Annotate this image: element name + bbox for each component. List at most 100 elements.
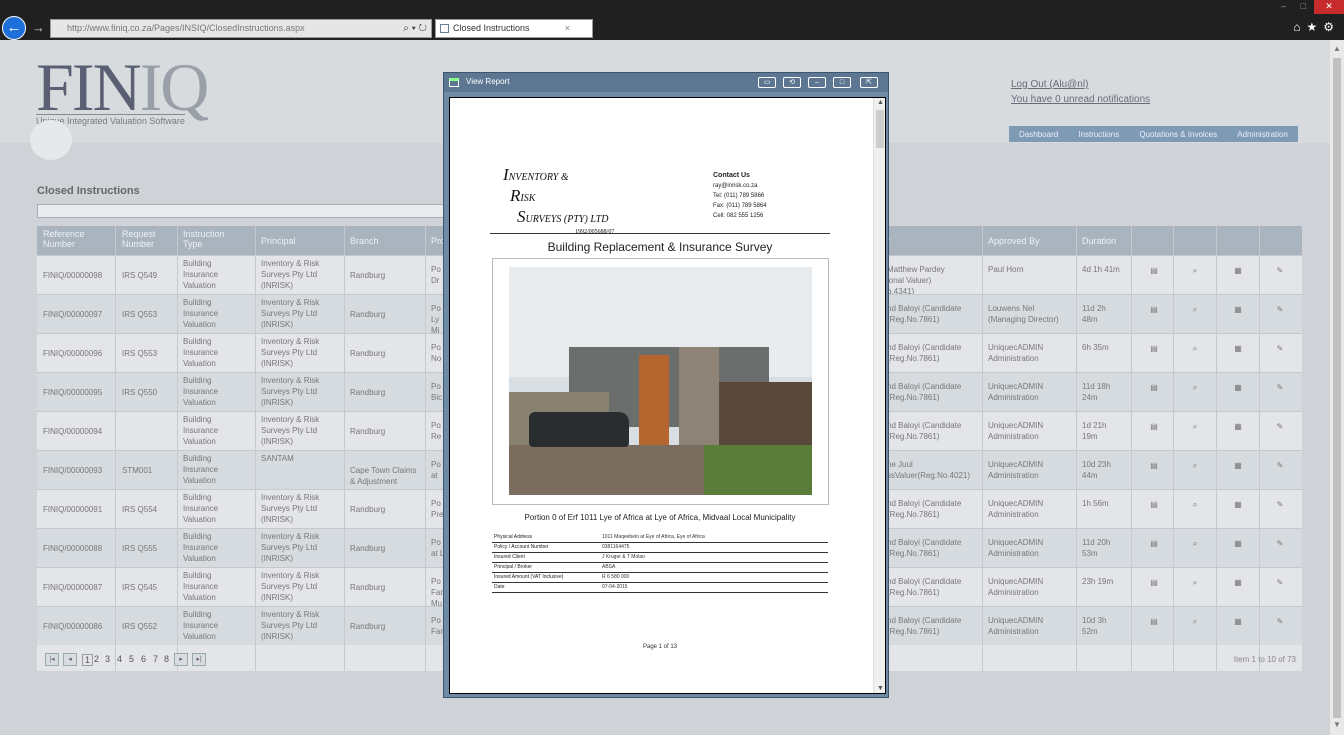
tab-close-icon[interactable]: ×	[565, 20, 570, 37]
view-magnifier-icon[interactable]: ⌕	[1186, 499, 1204, 519]
search-refresh-icon[interactable]: ⌕ ▾ ↻	[403, 20, 427, 37]
report-icon[interactable]: ▤	[1145, 304, 1163, 324]
view-magnifier-icon[interactable]: ⌕	[1186, 460, 1204, 480]
edit-pencil-icon[interactable]: ✎	[1271, 577, 1289, 597]
summary-icon[interactable]: ▦	[1229, 577, 1247, 597]
first-page-button[interactable]: |◂	[45, 653, 59, 666]
close-window-button[interactable]: ✕	[1314, 0, 1344, 14]
finiq-logo[interactable]: FINIQ	[36, 52, 209, 122]
report-icon[interactable]: ▤	[1145, 577, 1163, 597]
nav-dashboard[interactable]: Dashboard	[1019, 130, 1058, 139]
view-magnifier-icon[interactable]: ⌕	[1186, 343, 1204, 363]
cell-principal: Inventory & Risk Surveys Pty Ltd (INRISK…	[261, 610, 320, 641]
cell-approved-by: UniquecADMIN Administration	[988, 343, 1044, 363]
summary-icon[interactable]: ▦	[1229, 460, 1247, 480]
summary-icon[interactable]: ▦	[1229, 421, 1247, 441]
notifications-link[interactable]: You have 0 unread notifications	[1011, 94, 1150, 105]
viewer-scrollbar[interactable]: ▲ ▼	[873, 98, 885, 693]
dialog-minimize-button[interactable]: –	[808, 77, 826, 88]
page-2[interactable]: 2	[94, 654, 99, 664]
summary-icon[interactable]: ▦	[1229, 616, 1247, 636]
prev-page-button[interactable]: ◂	[63, 653, 77, 666]
report-icon[interactable]: ▤	[1145, 343, 1163, 363]
logout-link[interactable]: Log Out (Alu@nl)	[1011, 79, 1088, 90]
dialog-reload-button[interactable]: ⟲	[783, 77, 801, 88]
address-bar[interactable]: http://www.finiq.co.za/Pages/INSIQ/Close…	[50, 19, 432, 38]
edit-pencil-icon[interactable]: ✎	[1271, 538, 1289, 558]
edit-pencil-icon[interactable]: ✎	[1271, 616, 1289, 636]
report-viewer[interactable]: INVENTORY & RISK SURVEYS (PTY) LTD 1992/…	[449, 97, 886, 694]
edit-pencil-icon[interactable]: ✎	[1271, 343, 1289, 363]
summary-icon[interactable]: ▦	[1229, 343, 1247, 363]
view-magnifier-icon[interactable]: ⌕	[1186, 577, 1204, 597]
filter-input[interactable]	[37, 204, 445, 218]
report-icon[interactable]: ▤	[1145, 421, 1163, 441]
property-photo	[509, 267, 812, 495]
summary-icon[interactable]: ▦	[1229, 382, 1247, 402]
col-instruction-type[interactable]: Instruction Type	[183, 229, 225, 249]
viewer-scroll-thumb[interactable]	[876, 110, 884, 148]
dialog-pin-button[interactable]: ⇱	[860, 77, 878, 88]
summary-icon[interactable]: ▦	[1229, 538, 1247, 558]
nav-administration[interactable]: Administration	[1237, 130, 1288, 139]
col-principal[interactable]: Principal	[261, 236, 296, 246]
edit-pencil-icon[interactable]: ✎	[1271, 265, 1289, 285]
summary-icon[interactable]: ▦	[1229, 499, 1247, 519]
dialog-titlebar[interactable]: View Report ▭ ⟲ – □ ⇱	[444, 73, 888, 92]
page-6[interactable]: 6	[141, 654, 146, 664]
dialog-restore-button[interactable]: ▭	[758, 77, 776, 88]
col-duration[interactable]: Duration	[1082, 236, 1116, 246]
next-page-button[interactable]: ▸	[174, 653, 188, 666]
col-branch[interactable]: Branch	[350, 236, 379, 246]
view-magnifier-icon[interactable]: ⌕	[1186, 304, 1204, 324]
browser-tab[interactable]: Closed Instructions ×	[435, 19, 593, 38]
details-value: 0381164475	[602, 544, 630, 550]
page-7[interactable]: 7	[153, 654, 158, 664]
edit-pencil-icon[interactable]: ✎	[1271, 382, 1289, 402]
view-magnifier-icon[interactable]: ⌕	[1186, 616, 1204, 636]
view-magnifier-icon[interactable]: ⌕	[1186, 421, 1204, 441]
page-4[interactable]: 4	[117, 654, 122, 664]
home-favorites-settings-icons[interactable]: ⌂★⚙	[1293, 20, 1340, 34]
col-approved-by[interactable]: Approved By	[988, 236, 1040, 246]
last-page-button[interactable]: ▸|	[192, 653, 206, 666]
scroll-down-icon[interactable]: ▼	[1333, 720, 1341, 729]
photo-lawn	[704, 445, 812, 495]
view-magnifier-icon[interactable]: ⌕	[1186, 382, 1204, 402]
report-icon[interactable]: ▤	[1145, 538, 1163, 558]
view-magnifier-icon[interactable]: ⌕	[1186, 538, 1204, 558]
report-icon[interactable]: ▤	[1145, 616, 1163, 636]
summary-icon[interactable]: ▦	[1229, 265, 1247, 285]
page-3[interactable]: 3	[105, 654, 110, 664]
dialog-maximize-button[interactable]: □	[833, 77, 851, 88]
cell-branch: Randburg	[350, 349, 386, 358]
edit-pencil-icon[interactable]: ✎	[1271, 304, 1289, 324]
minimize-button[interactable]: –	[1281, 1, 1286, 11]
page-5[interactable]: 5	[129, 654, 134, 664]
forward-button[interactable]: →	[32, 20, 45, 35]
viewer-scroll-up-icon[interactable]: ▲	[877, 99, 884, 106]
maximize-button[interactable]: □	[1301, 1, 1306, 11]
view-magnifier-icon[interactable]: ⌕	[1186, 265, 1204, 285]
page-scrollbar[interactable]: ▲ ▼	[1330, 40, 1344, 735]
summary-icon[interactable]: ▦	[1229, 304, 1247, 324]
edit-pencil-icon[interactable]: ✎	[1271, 499, 1289, 519]
scroll-thumb[interactable]	[1333, 58, 1341, 718]
edit-pencil-icon[interactable]: ✎	[1271, 460, 1289, 480]
col-request-number[interactable]: Request Number	[122, 229, 156, 249]
report-icon[interactable]: ▤	[1145, 265, 1163, 285]
cell-principal: Inventory & Risk Surveys Pty Ltd (INRISK…	[261, 571, 320, 602]
page-8[interactable]: 8	[164, 654, 169, 664]
report-icon[interactable]: ▤	[1145, 460, 1163, 480]
col-reference-number[interactable]: Reference Number	[43, 229, 85, 249]
scroll-up-icon[interactable]: ▲	[1333, 44, 1341, 53]
nav-instructions[interactable]: Instructions	[1078, 130, 1119, 139]
photo-truck	[529, 412, 629, 447]
viewer-scroll-down-icon[interactable]: ▼	[877, 685, 884, 692]
back-button[interactable]: ←	[2, 16, 26, 40]
report-icon[interactable]: ▤	[1145, 499, 1163, 519]
report-icon[interactable]: ▤	[1145, 382, 1163, 402]
page-1[interactable]: 1	[82, 654, 94, 666]
nav-quotations-invoices[interactable]: Quotations & Invoices	[1139, 130, 1217, 139]
edit-pencil-icon[interactable]: ✎	[1271, 421, 1289, 441]
